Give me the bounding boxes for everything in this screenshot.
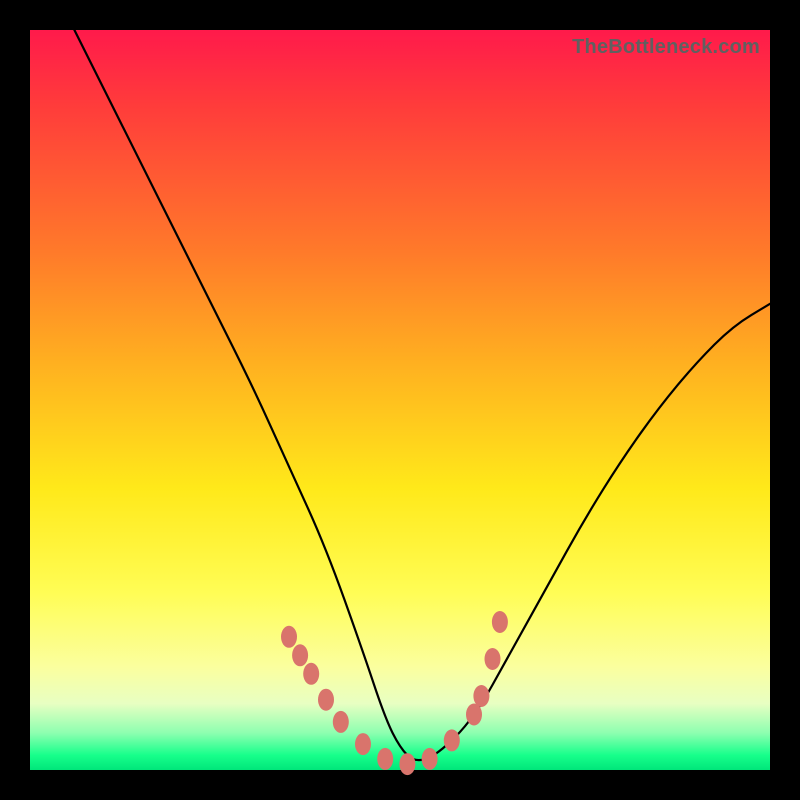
marker-point bbox=[377, 748, 393, 770]
marker-point bbox=[281, 626, 297, 648]
marker-point bbox=[473, 685, 489, 707]
marker-point bbox=[355, 733, 371, 755]
marker-point bbox=[292, 644, 308, 666]
marker-point bbox=[333, 711, 349, 733]
marker-point bbox=[485, 648, 501, 670]
marker-point bbox=[318, 689, 334, 711]
plot-frame: TheBottleneck.com bbox=[30, 30, 770, 770]
marker-point bbox=[303, 663, 319, 685]
marker-point bbox=[399, 753, 415, 775]
watermark-label: TheBottleneck.com bbox=[572, 36, 760, 59]
marker-point bbox=[492, 611, 508, 633]
curve-line bbox=[74, 30, 770, 760]
marker-point bbox=[422, 748, 438, 770]
marker-point bbox=[466, 704, 482, 726]
chart-svg bbox=[30, 30, 770, 770]
markers-group bbox=[281, 611, 508, 775]
marker-point bbox=[444, 729, 460, 751]
